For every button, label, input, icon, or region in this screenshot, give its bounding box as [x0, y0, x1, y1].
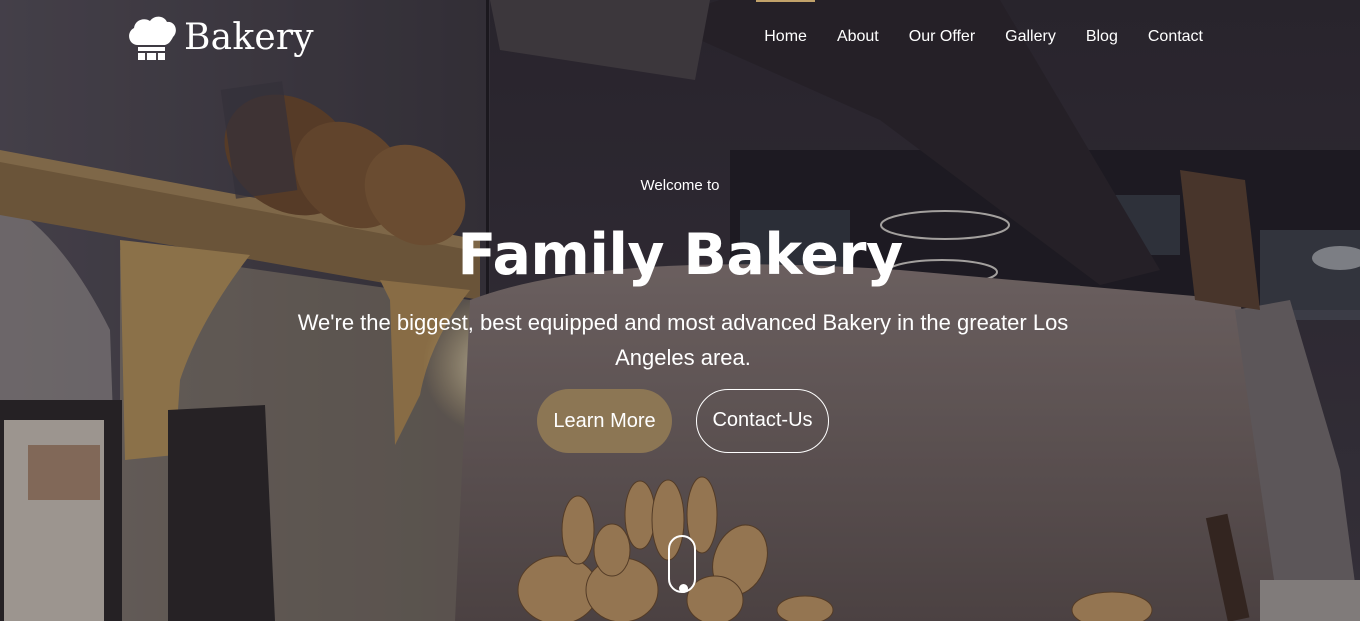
chef-hat-icon: [129, 16, 176, 60]
nav-item-home[interactable]: Home: [749, 0, 822, 76]
nav-item-about[interactable]: About: [822, 0, 894, 76]
hero-welcome-text: Welcome to: [640, 177, 720, 194]
scroll-indicator-dot: [679, 584, 688, 593]
main-nav: Home About Our Offer Gallery Blog Contac…: [749, 0, 1218, 76]
brand-logo[interactable]: Bakery: [124, 14, 314, 62]
hero-title: Family Bakery: [457, 222, 903, 288]
nav-item-blog[interactable]: Blog: [1071, 0, 1133, 76]
hero-subtitle: We're the biggest, best equipped and mos…: [297, 310, 1069, 370]
nav-item-gallery[interactable]: Gallery: [990, 0, 1071, 76]
nav-item-contact[interactable]: Contact: [1133, 0, 1218, 76]
mouse-scroll-icon[interactable]: [668, 535, 696, 593]
learn-more-button[interactable]: Learn More: [537, 389, 672, 453]
nav-item-our-offer[interactable]: Our Offer: [894, 0, 990, 76]
contact-us-button[interactable]: Contact-Us: [696, 389, 829, 453]
brand-name: Bakery: [184, 17, 314, 58]
